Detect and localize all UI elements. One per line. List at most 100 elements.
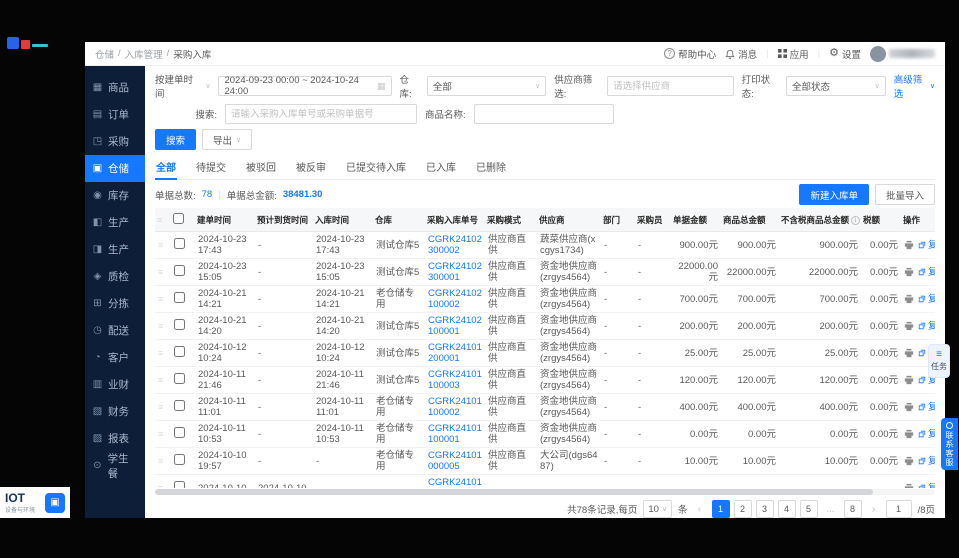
print-icon[interactable] <box>904 294 914 304</box>
apps-button[interactable]: 应用 <box>778 47 809 61</box>
sidebar-item[interactable]: ▥ 业财 <box>85 371 145 398</box>
sidebar-item[interactable]: ⊞ 分拣 <box>85 290 145 317</box>
column-header[interactable]: 预计到货时间 <box>255 208 313 232</box>
time-type-select[interactable]: 按建单时间 ∨ <box>155 72 210 100</box>
new-inbound-button[interactable]: 新建入库单 <box>799 184 869 205</box>
breadcrumb-item[interactable]: 仓储 <box>95 47 114 61</box>
column-header[interactable]: 部门 <box>601 208 635 232</box>
order-no-link[interactable]: CGRK24102300001 <box>428 261 482 283</box>
goto-page-input[interactable] <box>886 500 912 518</box>
page-button[interactable]: ... <box>822 500 840 518</box>
print-icon[interactable] <box>904 483 914 488</box>
scrollbar-thumb[interactable] <box>155 489 873 495</box>
tab[interactable]: 已提交待入库 <box>345 155 407 179</box>
drag-handle-icon[interactable]: ≡ <box>158 240 163 250</box>
next-page-button[interactable]: › <box>868 504 880 515</box>
page-button[interactable]: 5 <box>800 500 818 518</box>
print-icon[interactable] <box>904 375 914 385</box>
print-icon[interactable] <box>904 240 914 250</box>
page-button[interactable]: 4 <box>778 500 796 518</box>
drag-handle-icon[interactable]: ≡ <box>158 348 163 358</box>
export-button[interactable]: 导出 ∨ <box>202 129 252 150</box>
copy-button[interactable]: 复制 <box>918 483 935 488</box>
order-no-link[interactable]: CGRK24101100003 <box>428 369 482 391</box>
column-settings[interactable]: ≡ <box>155 208 171 232</box>
drag-handle-icon[interactable]: ≡ <box>158 456 163 466</box>
column-header[interactable]: 采购模式 <box>485 208 537 232</box>
copy-button[interactable]: 复制 <box>918 402 935 413</box>
drag-handle-icon[interactable]: ≡ <box>158 483 163 488</box>
contact-service-button[interactable]: 联系客服 <box>941 418 958 470</box>
column-header[interactable]: 仓库 <box>373 208 425 232</box>
copy-button[interactable]: 复制 <box>918 321 935 332</box>
product-name-input[interactable] <box>480 109 608 120</box>
column-header[interactable]: 采购员 <box>635 208 671 232</box>
row-checkbox[interactable] <box>174 346 185 357</box>
column-header[interactable]: 建单时间 <box>195 208 255 232</box>
sidebar-item[interactable]: ▤ 订单 <box>85 101 145 128</box>
sidebar-item[interactable]: ◳ 采购 <box>85 128 145 155</box>
task-float-button[interactable]: ≡ 任务 <box>928 344 950 378</box>
copy-button[interactable]: 复制 <box>918 267 935 278</box>
prev-page-button[interactable]: ‹ <box>694 504 706 515</box>
sidebar-item[interactable]: ▨ 报表 <box>85 425 145 452</box>
column-header[interactable]: 不含税商品总金额i <box>779 208 861 232</box>
select-all-checkbox[interactable] <box>173 213 184 224</box>
info-icon[interactable]: i <box>851 216 860 225</box>
column-header[interactable]: 供应商 <box>537 208 601 232</box>
page-size-select[interactable]: 10 ∨ <box>643 500 672 518</box>
column-header[interactable]: 商品总金额 <box>721 208 779 232</box>
sidebar-item[interactable]: ◈ 质检 <box>85 263 145 290</box>
order-no-link[interactable]: CGRK24102100002 <box>428 288 482 310</box>
column-header[interactable]: 入库时间 <box>313 208 373 232</box>
order-no-link[interactable]: CGRK24101100001 <box>428 423 482 445</box>
copy-button[interactable]: 复制 <box>918 294 935 305</box>
copy-button[interactable]: 复制 <box>918 240 935 251</box>
tab[interactable]: 已入库 <box>425 155 457 179</box>
sidebar-item[interactable]: ◧ 生产 <box>85 209 145 236</box>
print-icon[interactable] <box>904 267 914 277</box>
row-checkbox[interactable] <box>174 319 185 330</box>
tab[interactable]: 全部 <box>155 155 177 179</box>
sidebar-item[interactable]: ▣ 仓储 <box>85 155 145 182</box>
user-account[interactable] <box>870 46 935 62</box>
sidebar-item[interactable]: ◨ 生产 <box>85 236 145 263</box>
tab[interactable]: 待提交 <box>195 155 227 179</box>
print-icon[interactable] <box>904 429 914 439</box>
print-icon[interactable] <box>904 348 914 358</box>
advanced-filter-link[interactable]: 高级筛选 ∨ <box>894 72 935 100</box>
search-button[interactable]: 搜索 <box>155 129 196 150</box>
print-icon[interactable] <box>904 321 914 331</box>
sidebar-item[interactable]: ▦ 商品 <box>85 74 145 101</box>
print-status-select[interactable]: 全部状态 ∨ <box>786 76 886 96</box>
order-no-link[interactable]: CGRK24101100002 <box>428 396 482 418</box>
row-checkbox[interactable] <box>174 292 185 303</box>
row-checkbox[interactable] <box>174 481 185 488</box>
row-checkbox[interactable] <box>174 454 185 465</box>
sidebar-item[interactable]: ◉ 库存 <box>85 182 145 209</box>
tab[interactable]: 被驳回 <box>245 155 277 179</box>
page-button[interactable]: 1 <box>712 500 730 518</box>
order-no-link[interactable]: CGRK24101000005 <box>428 450 482 472</box>
row-checkbox[interactable] <box>174 400 185 411</box>
column-header[interactable]: 税额 <box>861 208 901 232</box>
order-no-link[interactable]: CGRK24102100001 <box>428 315 482 337</box>
message-button[interactable]: 消息 <box>725 47 757 61</box>
row-checkbox[interactable] <box>174 427 185 438</box>
help-center-button[interactable]: ? 帮助中心 <box>664 47 716 61</box>
date-range-picker[interactable]: 2024-09-23 00:00 ~ 2024-10-24 24:00 ▦ <box>218 76 391 96</box>
order-no-link[interactable]: CGRK24102300002 <box>428 234 482 256</box>
column-header[interactable]: 单据金额 <box>671 208 721 232</box>
supplier-filter-input[interactable] <box>613 81 728 92</box>
settings-button[interactable]: ⚙ 设置 <box>829 47 861 61</box>
breadcrumb-item[interactable]: 入库管理 <box>125 47 163 61</box>
print-icon[interactable] <box>904 402 914 412</box>
copy-button[interactable]: 复制 <box>918 429 935 440</box>
page-button[interactable]: 3 <box>756 500 774 518</box>
warehouse-select[interactable]: 全部 ∨ <box>427 76 546 96</box>
sidebar-item[interactable]: ⊙ 学生餐 <box>85 452 145 479</box>
sidebar-item[interactable]: ◷ 配送 <box>85 317 145 344</box>
batch-import-button[interactable]: 批量导入 <box>875 184 935 205</box>
row-checkbox[interactable] <box>174 238 185 249</box>
sidebar-item[interactable]: ▧ 财务 <box>85 398 145 425</box>
